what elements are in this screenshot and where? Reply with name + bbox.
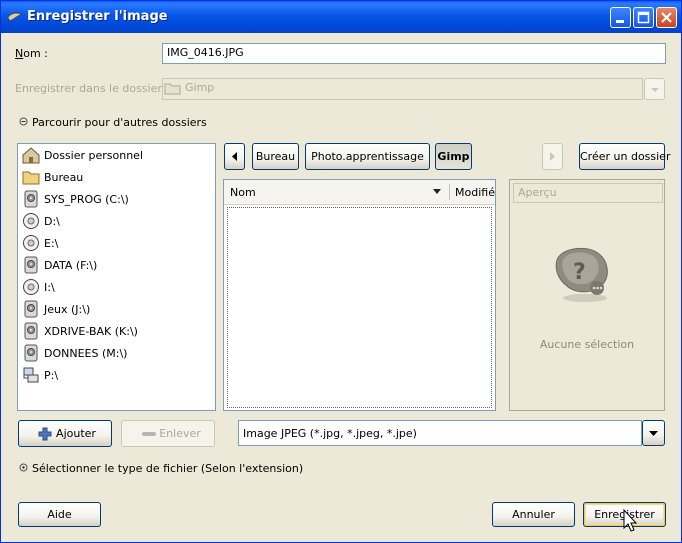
preview-panel: Aperçu ? Aucune sélection [509,179,665,411]
place-label: D:\ [44,214,60,228]
file-type-toggle[interactable]: Sélectionner le type de fichier (Selon l… [32,462,303,475]
column-header-name[interactable]: Nom [230,186,256,199]
cd-drive-icon [22,234,40,252]
place-item[interactable]: Bureau [22,166,83,188]
place-item[interactable]: P:\ [22,364,58,386]
chevron-down-icon [649,431,658,436]
name-label: Nom : [15,47,48,60]
place-item[interactable]: DONNEES (M:\) [22,342,127,364]
help-button[interactable]: Aide [18,502,101,527]
preview-empty-text: Aucune sélection [539,338,635,351]
sort-descending-icon [433,189,441,194]
places-panel: Dossier personnel Bureau SYS_PROG (C:\) D:\… [17,143,216,411]
place-label: XDRIVE-BAK (K:\) [44,324,138,338]
close-icon [661,12,672,23]
create-folder-label: Créer un dossier [580,150,671,163]
file-type-filter[interactable]: Image JPEG (*.jpg, *.jpeg, *.jpe) [238,420,642,446]
hard-drive-icon [22,344,40,362]
folder-icon [22,168,40,186]
svg-text:?: ? [573,260,586,285]
hard-drive-icon [22,322,40,340]
file-type-dropdown-button[interactable] [642,420,665,446]
path-back-button[interactable] [224,143,245,170]
column-header-modified[interactable]: Modifié [455,186,495,199]
place-item[interactable]: SYS_PROG (C:\) [22,188,129,210]
chevron-left-icon [232,152,237,161]
path-button-photo-apprentissage[interactable]: Photo.apprentissage [305,143,430,170]
add-place-button[interactable]: Ajouter [18,420,112,447]
browse-folders-toggle[interactable]: Parcourir pour d'autres dossiers [32,116,207,129]
save-in-folder-value: Gimp [185,81,215,94]
place-label: DONNEES (M:\) [44,346,128,360]
cancel-button[interactable]: Annuler [492,502,575,527]
plus-icon [38,427,52,441]
hard-drive-icon [22,300,40,318]
home-icon [22,146,40,164]
place-item[interactable]: XDRIVE-BAK (K:\) [22,320,138,342]
collapse-icon[interactable] [19,117,28,126]
place-label: Jeux (J:\) [44,302,91,316]
cd-drive-icon [22,212,40,230]
remove-label: Enlever [159,427,201,440]
create-folder-button[interactable]: Créer un dossier [579,143,670,170]
add-label: Ajouter [56,427,96,440]
minimize-icon [616,20,624,23]
hard-drive-icon [22,190,40,208]
cd-drive-icon [22,278,40,296]
place-label: E:\ [44,236,59,250]
place-label: DATA (F:\) [44,258,98,272]
name-input[interactable]: IMG_0416.JPG [162,43,666,64]
preview-header: Aperçu [513,183,663,203]
maximize-button[interactable] [633,7,654,28]
file-list-area[interactable] [227,207,492,408]
window-title: Enregistrer l'image [27,9,168,24]
gimp-icon [7,12,23,21]
maximize-icon [637,11,650,24]
place-label: I:\ [44,280,55,294]
network-drive-icon [22,366,40,384]
expand-icon[interactable] [19,463,28,472]
save-in-folder-label: Enregistrer dans le dossier : [15,82,170,95]
place-label: Dossier personnel [44,148,144,162]
place-item[interactable]: Dossier personnel [22,144,143,166]
place-label: P:\ [44,368,59,382]
question-icon: ? [555,247,608,302]
chevron-down-icon [651,88,659,92]
save-in-folder-dropdown-button[interactable] [644,78,665,100]
save-in-folder-combo[interactable]: Gimp [162,78,643,100]
place-item[interactable]: E:\ [22,232,58,254]
save-image-dialog: Enregistrer l'image Nom : IMG_0416.JPG E… [0,0,682,543]
place-item[interactable]: I:\ [22,276,55,298]
path-button-bureau[interactable]: Bureau [252,143,299,170]
close-button[interactable] [656,7,677,28]
chevron-right-icon [550,152,555,161]
mouse-cursor-icon [623,509,638,532]
minimize-button[interactable] [610,7,631,28]
title-bar[interactable]: Enregistrer l'image [1,1,681,33]
path-button-gimp[interactable]: Gimp [435,143,472,170]
place-label: SYS_PROG (C:\) [44,192,129,206]
place-label: Bureau [44,170,84,184]
place-item[interactable]: DATA (F:\) [22,254,97,276]
remove-place-button[interactable]: Enlever [121,420,215,447]
hard-drive-icon [22,256,40,274]
path-forward-button[interactable] [542,143,563,170]
place-item[interactable]: D:\ [22,210,60,232]
file-list[interactable]: Nom Modifié [223,179,496,411]
place-item[interactable]: Jeux (J:\) [22,298,90,320]
column-divider [449,184,450,200]
minus-icon [142,432,156,436]
folder-icon [164,83,181,95]
